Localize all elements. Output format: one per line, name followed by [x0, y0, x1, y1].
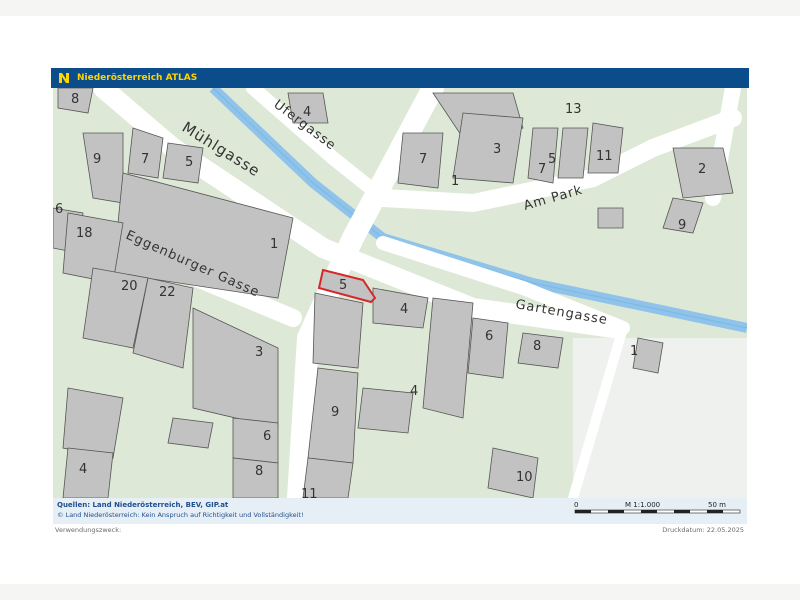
house-number: 7: [538, 162, 546, 177]
house-number: 6: [485, 329, 493, 344]
print-date: Druckdatum: 22.05.2025: [662, 526, 744, 534]
purpose-label: Verwendungszweck:: [55, 526, 122, 534]
house-number: 3: [493, 142, 501, 157]
house-number: 11: [301, 487, 318, 498]
house-number: 22: [159, 285, 176, 300]
house-number: 9: [678, 218, 686, 233]
house-number: 10: [516, 470, 533, 485]
house-number: 3: [255, 345, 263, 360]
house-number: 7: [419, 152, 427, 167]
house-number: 2: [698, 162, 706, 177]
house-number: 6: [55, 202, 63, 217]
house-number: 8: [71, 92, 79, 107]
sources-text: Quellen: Land Niederösterreich, BEV, GIP…: [57, 501, 229, 509]
house-number: 1: [270, 237, 278, 252]
atlas-header: Niederösterreich ATLAS: [51, 68, 749, 88]
scale-ratio-label: M 1:1.000: [625, 501, 660, 509]
house-number: 5: [548, 152, 556, 167]
noe-logo-icon: [57, 71, 71, 85]
map-view[interactable]: 8 4 13 9 7 5 7 3 5 7 11 1 2 6 18 1 9 20 …: [53, 88, 747, 498]
scale-bar: 0 M 1:1.000 50 m: [573, 498, 743, 522]
map-footer: Quellen: Land Niederösterreich, BEV, GIP…: [53, 498, 747, 524]
house-number: 6: [263, 429, 271, 444]
house-number: 5: [339, 278, 347, 293]
house-number: 1: [630, 344, 638, 359]
copyright-text: © Land Niederösterreich: Kein Anspruch a…: [57, 511, 304, 519]
scale-end-label: 50 m: [708, 501, 726, 509]
house-number: 1: [451, 174, 459, 189]
house-number: 5: [185, 155, 193, 170]
house-number: 13: [565, 102, 582, 117]
house-number: 7: [141, 152, 149, 167]
house-number: 18: [76, 226, 93, 241]
house-number: 20: [121, 279, 138, 294]
house-number: 4: [410, 384, 418, 399]
house-number: 9: [93, 152, 101, 167]
house-number: 9: [331, 405, 339, 420]
house-number: 8: [533, 339, 541, 354]
house-number: 11: [596, 149, 613, 164]
header-title: Niederösterreich ATLAS: [77, 73, 198, 83]
house-number: 8: [255, 464, 263, 479]
house-number: 4: [79, 462, 87, 477]
scale-start-label: 0: [574, 501, 578, 509]
house-number: 4: [400, 302, 408, 317]
